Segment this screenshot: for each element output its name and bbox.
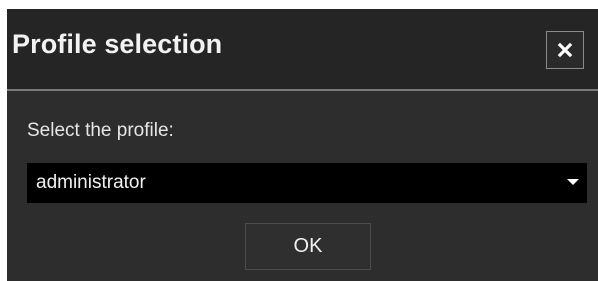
dialog-title: Profile selection bbox=[12, 29, 223, 59]
chevron-down-icon[interactable] bbox=[567, 179, 579, 185]
select-profile-label: Select the profile: bbox=[27, 120, 174, 141]
title-divider bbox=[7, 89, 598, 91]
ok-button[interactable]: OK bbox=[245, 223, 371, 270]
close-button[interactable] bbox=[546, 31, 584, 69]
profile-select[interactable]: administrator bbox=[27, 163, 587, 203]
profile-select-value: administrator bbox=[36, 172, 146, 193]
dialog-titlebar: Profile selection bbox=[7, 9, 598, 89]
profile-selection-dialog: Profile selection Select the profile: ad… bbox=[7, 9, 598, 281]
close-icon bbox=[557, 42, 573, 58]
